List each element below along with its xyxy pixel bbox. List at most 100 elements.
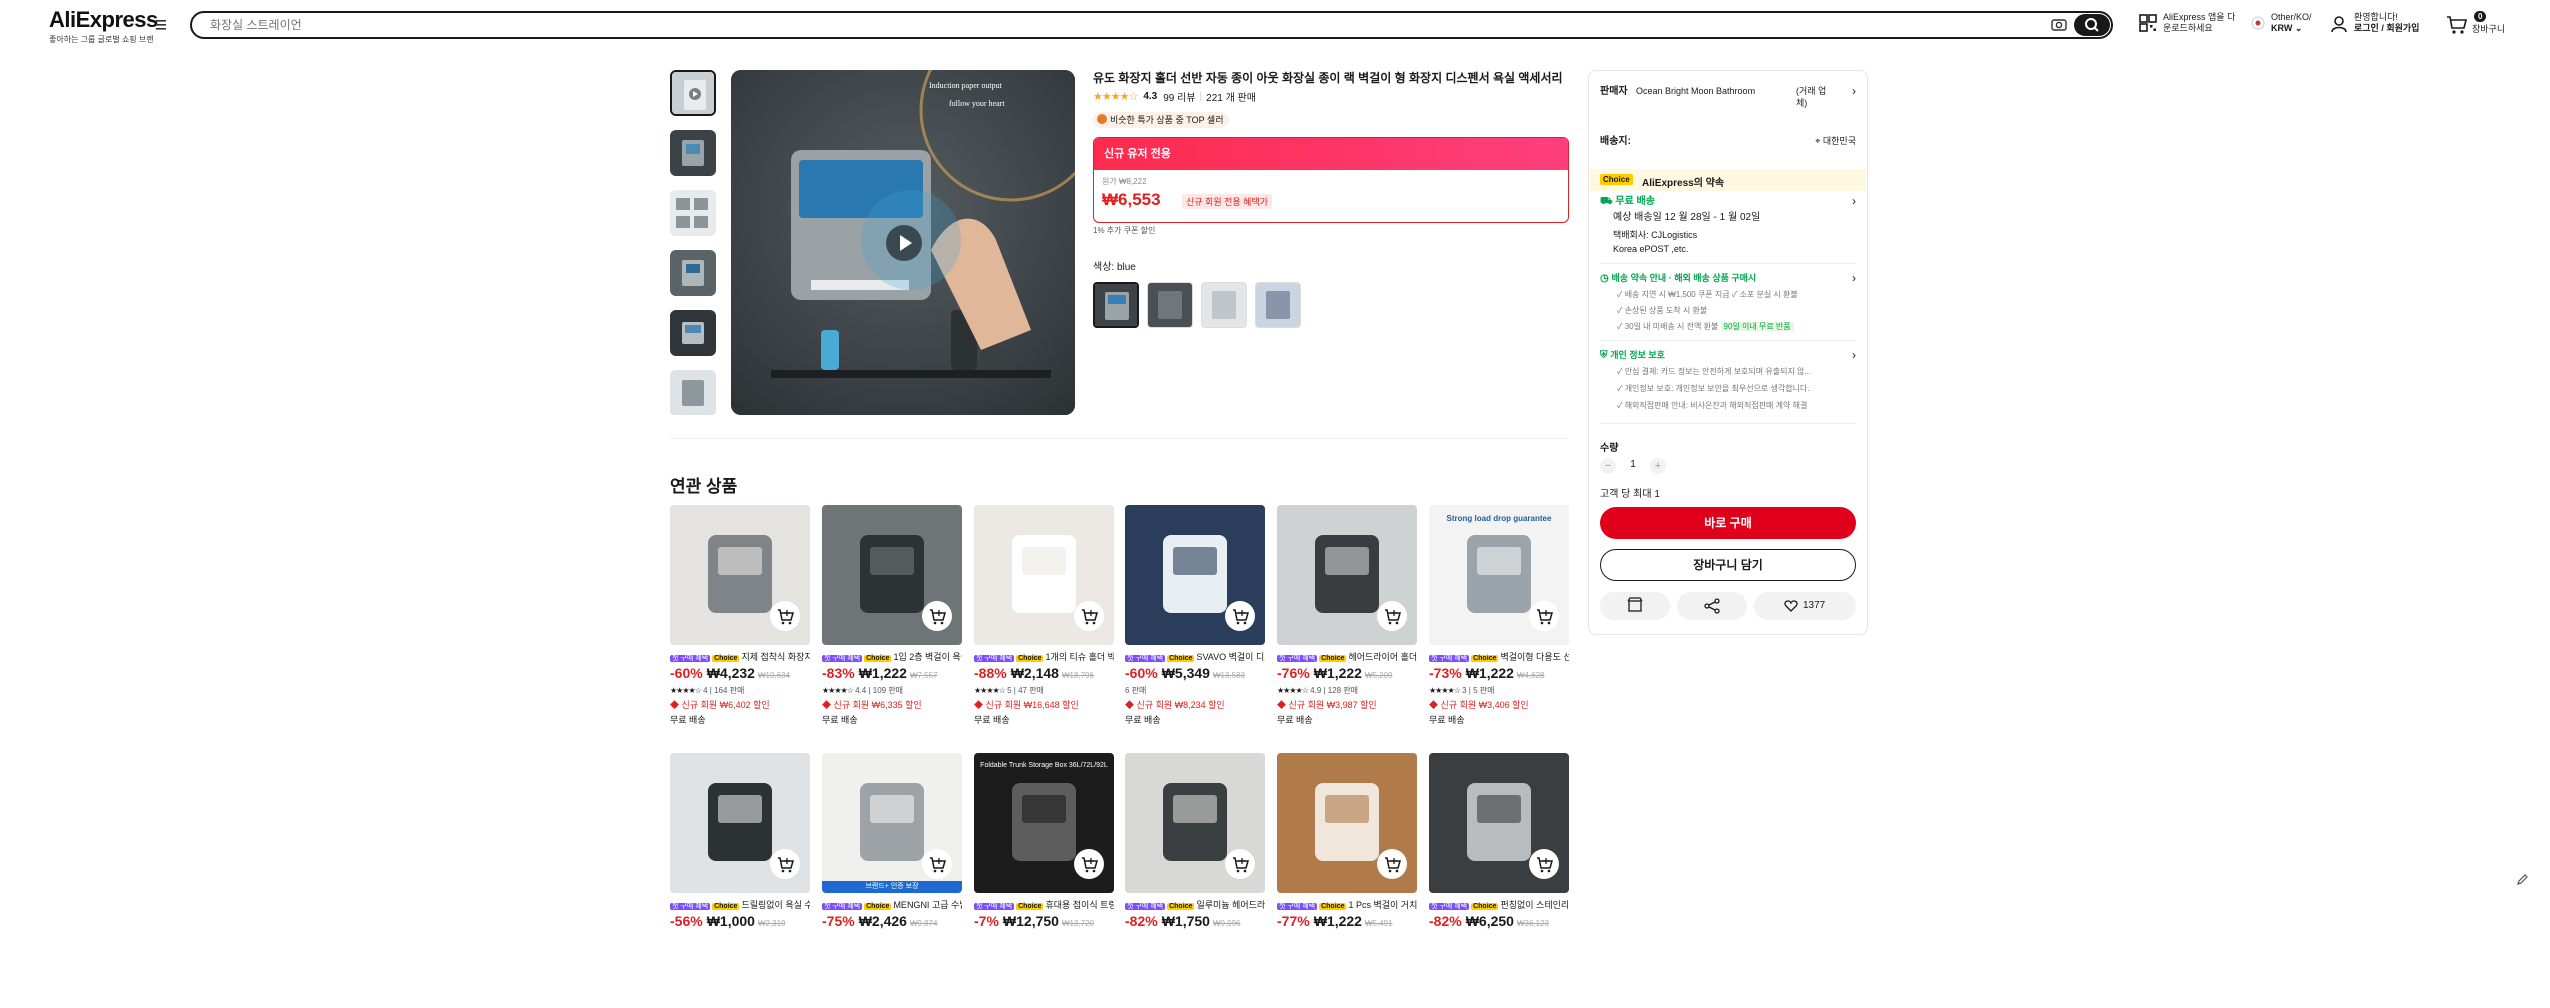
ship-to-row[interactable]: 배송지: ⌖ 대한민국 <box>1600 135 1856 148</box>
product-card[interactable]: 첫 구매 혜택Choice지제 접착식 화장지 홀더 스탠드 -60%₩4,23… <box>670 505 810 760</box>
search-button[interactable] <box>2074 14 2110 36</box>
quantity-increase-button[interactable]: + <box>1650 458 1666 474</box>
add-to-cart-button[interactable]: 장바구니 담기 <box>1600 549 1856 581</box>
thumbnail-image[interactable] <box>670 130 716 176</box>
product-card[interactable]: Foldable Trunk Storage Box 36L/72L/92L 첫… <box>974 753 1114 1008</box>
price-value: ₩1,222 <box>1313 665 1362 681</box>
thumbnail-image[interactable] <box>670 190 716 236</box>
color-swatch[interactable] <box>1201 282 1247 328</box>
add-to-cart-icon[interactable] <box>1529 601 1559 631</box>
product-title[interactable]: 첫 구매 혜택Choice일루미늄 헤어드라이어 <box>1125 899 1265 911</box>
new-buyer-badge: 첫 구매 혜택 <box>1277 903 1318 910</box>
promise-item: ✓ 배송 지연 시 ₩1,500 쿠폰 지급 ✓ 소포 분실 시 환불 <box>1617 290 1798 299</box>
new-buyer-badge: 첫 구매 혜택 <box>670 655 711 662</box>
hamburger-menu-icon[interactable] <box>154 18 170 32</box>
seller-row[interactable]: 판매자 Ocean Bright Moon Bathroom St... (거래… <box>1600 85 1856 109</box>
discount-percent: -82% <box>1125 913 1158 929</box>
add-to-cart-icon[interactable] <box>1225 601 1255 631</box>
color-swatch[interactable] <box>1147 282 1193 328</box>
product-title[interactable]: 첫 구매 혜택ChoiceMENGNI 고급 수납함 <box>822 899 962 911</box>
product-card[interactable]: 첫 구매 혜택Choice1 Pcs 벽걸이 거치대 -77%₩1,222₩5,… <box>1277 753 1417 1008</box>
product-card[interactable]: 첫 구매 혜택Choice일루미늄 헤어드라이어 -82%₩1,750₩9,99… <box>1125 753 1265 1008</box>
product-card[interactable]: 첫 구매 혜택ChoiceSVAVO 벽걸이 디스펜서 -60%₩5,349₩1… <box>1125 505 1265 760</box>
product-card[interactable]: 첫 구매 혜택Choice1입 2층 벽걸이 욕실 선반 -83%₩1,222₩… <box>822 505 962 760</box>
edit-pen-icon[interactable] <box>2516 874 2528 886</box>
price-value: ₩1,222 <box>1465 665 1514 681</box>
seller-name[interactable]: Ocean Bright Moon Bathroom St... <box>1636 85 1756 98</box>
review-count[interactable]: 99 리뷰 <box>1163 89 1195 104</box>
search-input[interactable] <box>210 16 1990 34</box>
product-card[interactable]: Strong load drop guarantee 첫 구매 혜택 Choice… <box>1429 505 1569 760</box>
product-card[interactable]: 첫 구매 혜택Choice드릴링없이 욕실 수납 -56%₩1,000₩2,31… <box>670 753 810 1008</box>
shipping-text: 무료 배송 <box>822 715 858 725</box>
add-to-cart-icon[interactable] <box>1529 849 1559 879</box>
aliexpress-logo[interactable]: AliExpress 좋아하는 그룹 글로벌 쇼핑 브랜 <box>49 8 158 45</box>
product-title[interactable]: 첫 구매 혜택Choice펀칭없이 스테인리스 <box>1429 899 1569 911</box>
add-to-cart-icon[interactable] <box>770 849 800 879</box>
buy-now-button[interactable]: 바로 구매 <box>1600 507 1856 539</box>
add-to-cart-icon[interactable] <box>1225 849 1255 879</box>
product-title[interactable]: 첫 구매 혜택Choice1 Pcs 벽걸이 거치대 <box>1277 899 1417 911</box>
divider <box>1600 423 1856 424</box>
coupon-text: ◆ 신규 회원 ₩8,234 할인 <box>1125 700 1225 710</box>
product-title: 유도 화장지 홀더 선반 자동 종이 아웃 화장실 종이 랙 벽걸이 형 화장지… <box>1093 71 1563 85</box>
price-value: ₩4,232 <box>706 665 755 681</box>
sold-count: 221 개 판매 <box>1206 92 1256 104</box>
quantity-value[interactable]: 1 <box>1616 459 1650 470</box>
add-to-cart-icon[interactable] <box>1074 849 1104 879</box>
store-button[interactable] <box>1600 592 1670 620</box>
rating-stars: ★★★★☆ <box>1093 90 1138 103</box>
camera-search-icon[interactable] <box>2050 17 2068 33</box>
add-to-cart-icon[interactable] <box>922 601 952 631</box>
discount-percent: -82% <box>1429 913 1462 929</box>
play-icon <box>900 235 912 251</box>
location-pin-icon: ⌖ <box>1815 136 1823 146</box>
add-to-cart-icon[interactable] <box>770 601 800 631</box>
privacy-item: ✓ 해외직접판매 안내: 비사은잔과 해외직접판매 계약 해결 <box>1617 401 1808 410</box>
product-card[interactable]: 첫 구매 혜택Choice1개의 티슈 홀더 박스 -88%₩2,148₩18,… <box>974 505 1114 760</box>
thumbnail-image[interactable] <box>670 370 716 415</box>
sale-price: ₩6,553 <box>1102 190 1161 209</box>
product-card[interactable]: 첫 구매 혜택Choice펀칭없이 스테인리스 -82%₩6,250₩36,12… <box>1429 753 1569 1008</box>
add-to-cart-icon[interactable] <box>1377 601 1407 631</box>
add-to-cart-icon[interactable] <box>1377 849 1407 879</box>
logo-tagline: 좋아하는 그룹 글로벌 쇼핑 브랜 <box>49 35 154 44</box>
product-title[interactable]: 첫 구매 혜택Choice1입 2층 벽걸이 욕실 선반 <box>822 651 962 663</box>
delivery-promise-row[interactable]: ◷ 배송 약속 안내 · 해외 배송 상품 구매시 › <box>1600 272 1856 285</box>
product-title[interactable]: 첫 구매 혜택Choice지제 접착식 화장지 홀더 스탠드 <box>670 651 810 663</box>
product-title[interactable]: 첫 구매 혜택ChoiceSVAVO 벽걸이 디스펜서 <box>1125 651 1265 663</box>
product-title[interactable]: 첫 구매 혜택Choice1개의 티슈 홀더 박스 <box>974 651 1114 663</box>
product-card[interactable]: 브랜드+ 인증 보장 첫 구매 혜택ChoiceMENGNI 고급 수납함 -7… <box>822 753 962 1008</box>
thumbnail-image[interactable] <box>670 250 716 296</box>
thumbnail-image[interactable] <box>670 310 716 356</box>
product-card[interactable]: 첫 구매 혜택Choice헤어드라이어 홀더 거치대 -76%₩1,222₩5,… <box>1277 505 1417 760</box>
shipping-text: 무료 배송 <box>670 715 706 725</box>
header: AliExpress 좋아하는 그룹 글로벌 쇼핑 브랜 AliExpress … <box>0 0 2550 52</box>
add-to-cart-icon[interactable] <box>1074 601 1104 631</box>
shipping-row[interactable]: ⛟ 무료 배송 › <box>1600 195 1856 208</box>
play-video-button[interactable] <box>886 225 922 261</box>
wishlist-button[interactable]: 1377 <box>1754 592 1856 620</box>
share-button[interactable] <box>1677 592 1747 620</box>
eta-text: 예상 배송일 12 월 28일 - 1 월 02일 <box>1613 212 1761 223</box>
discount-percent: -76% <box>1277 665 1310 681</box>
product-price: -82% ₩6,250 ₩36,123 <box>1429 913 1549 929</box>
product-title[interactable]: 첫 구매 혜택Choice휴대용 접이식 트렁크 <box>974 899 1114 911</box>
product-rating: ★★★★☆ 5 | 47 판매 <box>974 686 1044 695</box>
color-swatch-blue[interactable] <box>1093 282 1139 328</box>
seller-label: 판매자 <box>1600 86 1628 97</box>
search-bar <box>190 11 2113 39</box>
privacy-row[interactable]: ⛨ 개인 정보 보호 › <box>1600 349 1856 362</box>
product-title[interactable]: 첫 구매 혜택Choice헤어드라이어 홀더 거치대 <box>1277 651 1417 663</box>
color-swatch[interactable] <box>1255 282 1301 328</box>
quantity-decrease-button[interactable]: − <box>1600 458 1616 474</box>
truck-icon: ⛟ <box>1600 196 1616 207</box>
product-title[interactable]: 첫 구매 혜택Choice벽걸이형 다용도 선반 <box>1429 651 1569 663</box>
privacy-title: 개인 정보 보호 <box>1610 350 1665 360</box>
card-banner-text: Strong load drop guarantee <box>1447 514 1552 523</box>
add-to-cart-icon[interactable] <box>922 849 952 879</box>
product-title[interactable]: 첫 구매 혜택Choice드릴링없이 욕실 수납 <box>670 899 810 911</box>
main-product-image[interactable]: Induction paper output follow your heart <box>731 70 1075 415</box>
thumbnail-video[interactable] <box>670 70 716 116</box>
choice-badge: Choice <box>1319 903 1347 910</box>
